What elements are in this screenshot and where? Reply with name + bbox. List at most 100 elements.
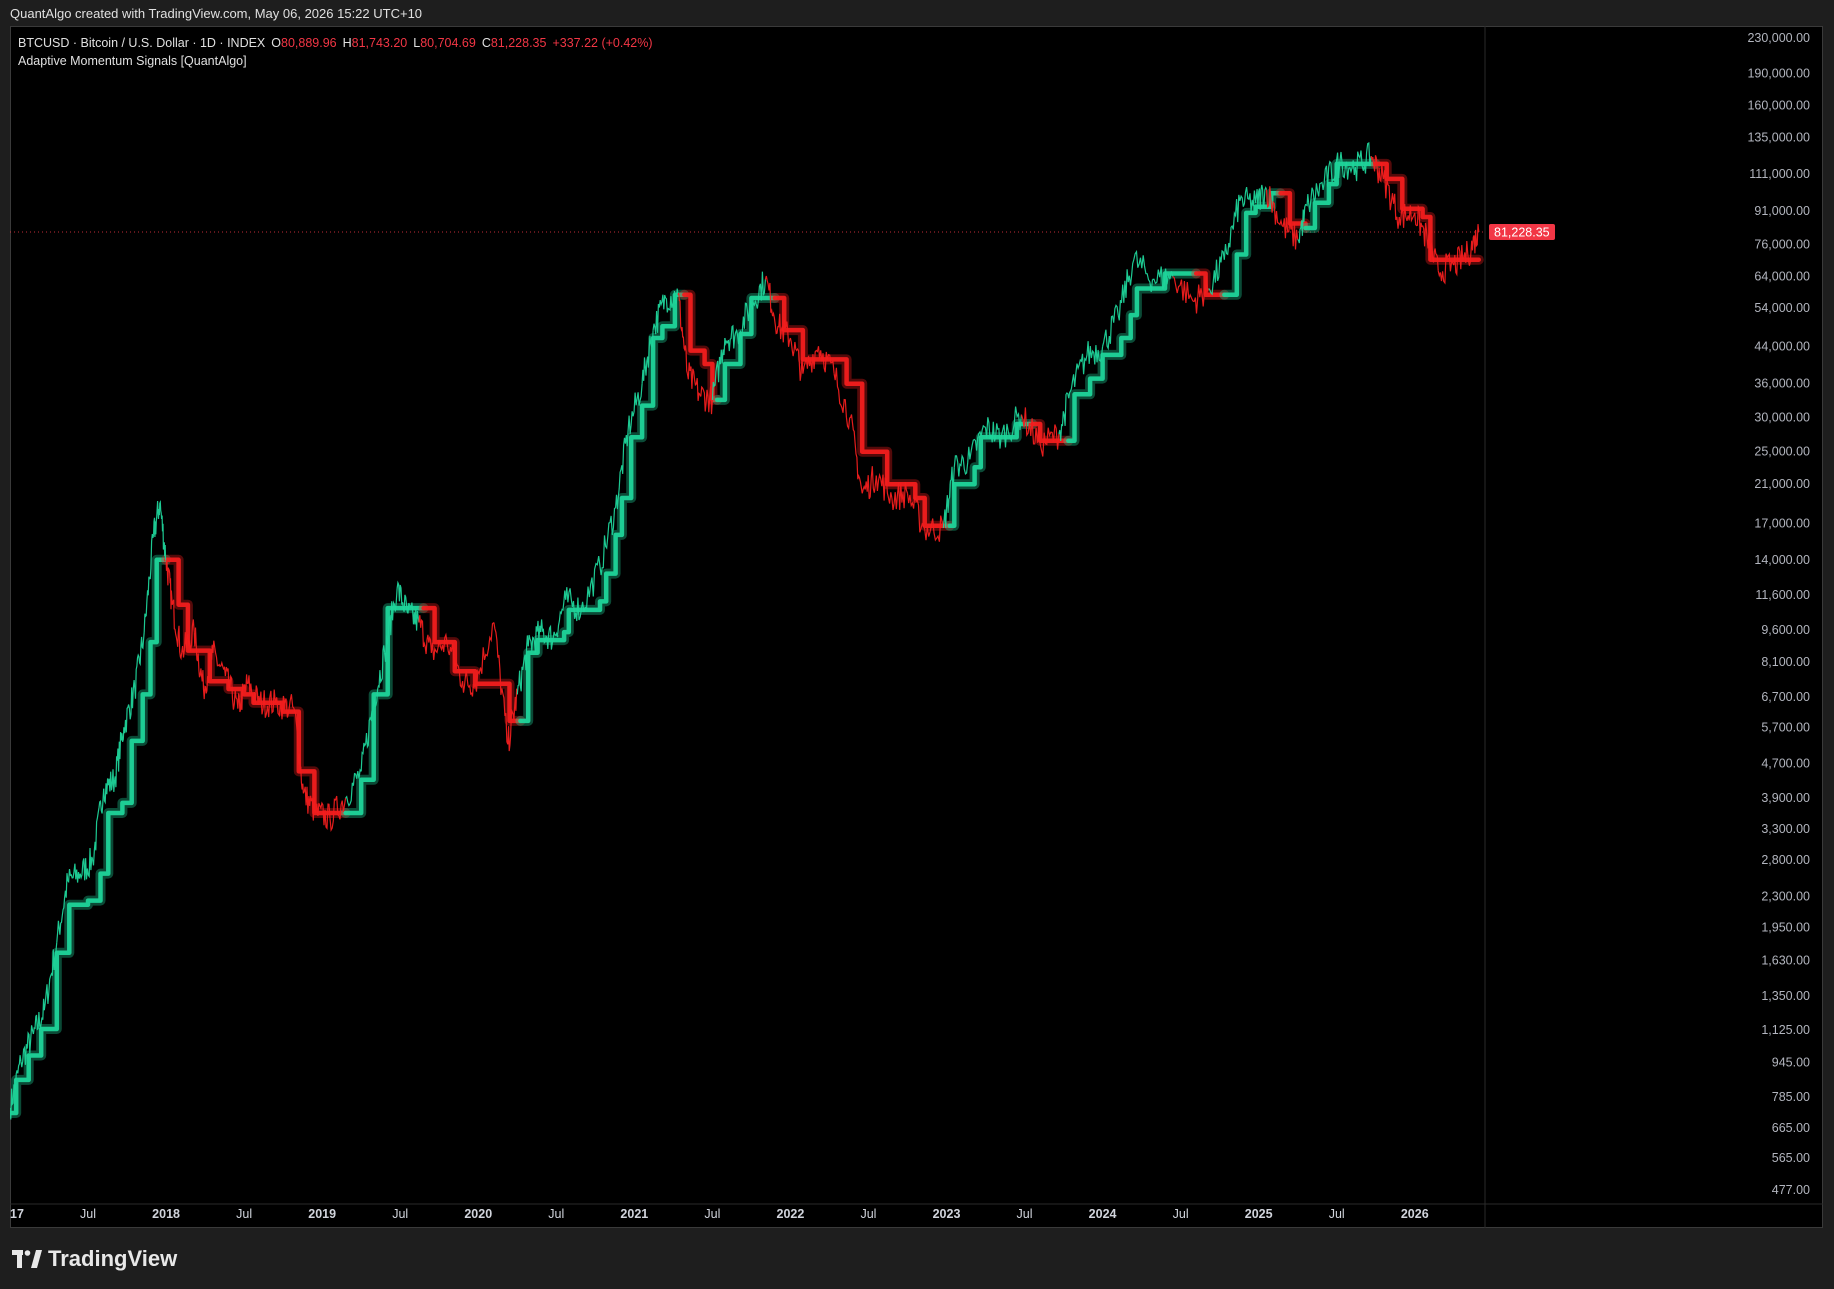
time-axis-tick-label: 2025 xyxy=(1245,1207,1273,1221)
time-axis-tick-label: 2021 xyxy=(620,1207,648,1221)
chart-credit: QuantAlgo created with TradingView.com, … xyxy=(10,6,423,21)
price-axis-tick-label: 54,000.00 xyxy=(1754,301,1810,315)
price-axis-tick-label: 64,000.00 xyxy=(1754,269,1810,283)
open-value: 80,889.96 xyxy=(281,36,337,50)
price-axis-tick-label: 945.00 xyxy=(1772,1055,1810,1069)
price-line-segment xyxy=(699,385,713,415)
symbol-row: BTCUSD · Bitcoin / U.S. Dollar · 1D · IN… xyxy=(18,34,659,52)
price-line-segment xyxy=(193,627,205,690)
time-axis[interactable]: 2017 Jul 2018 Jul 2019 Jul 2020 Jul 2021 Jul 2022 J… xyxy=(10,1203,1823,1221)
signal-band-glow xyxy=(515,289,690,726)
price-line-segment xyxy=(750,271,766,310)
time-axis-tick-label: 2019 xyxy=(308,1207,336,1221)
price-series-layer xyxy=(10,142,1480,1120)
price-line-segment xyxy=(764,275,779,335)
price-axis-tick-label: 135,000.00 xyxy=(1747,130,1810,144)
tradingview-logo[interactable]: TradingView xyxy=(12,1246,177,1272)
price-axis-tick-label: 190,000.00 xyxy=(1747,67,1810,81)
price-axis-tick-label: 3,900.00 xyxy=(1761,791,1810,805)
time-axis-tick-label: Jul xyxy=(1173,1207,1189,1221)
price-axis-tick-label: 30,000.00 xyxy=(1754,411,1810,425)
price-axis-tick-label: 25,000.00 xyxy=(1754,445,1810,459)
price-axis-tick-label: 3,300.00 xyxy=(1761,822,1810,836)
signal-band-layer xyxy=(10,158,1484,1118)
price-axis-tick-label: 1,125.00 xyxy=(1761,1023,1810,1037)
price-axis-tick-label: 565.00 xyxy=(1772,1151,1810,1165)
price-axis-tick-label: 2,800.00 xyxy=(1761,853,1810,867)
price-axis-tick-label: 5,700.00 xyxy=(1761,720,1810,734)
time-axis-tick-label: Jul xyxy=(392,1207,408,1221)
low-value: 80,704.69 xyxy=(420,36,476,50)
price-axis-tick-label: 1,350.00 xyxy=(1761,989,1810,1003)
close-value: 81,228.35 xyxy=(490,36,547,50)
price-line-segment xyxy=(315,801,331,830)
signal-band-glow xyxy=(418,603,526,726)
price-line-segment xyxy=(114,727,125,788)
price-axis-tick-label: 477.00 xyxy=(1772,1183,1810,1197)
price-line-segment xyxy=(1172,275,1194,304)
price-axis-tick-label: 6,700.00 xyxy=(1761,690,1810,704)
high-key: H xyxy=(342,36,352,50)
price-line-segment xyxy=(134,632,145,699)
price-axis-tick-label: 785.00 xyxy=(1772,1090,1810,1104)
time-axis-tick-label: 2023 xyxy=(933,1207,961,1221)
signal-band-glow xyxy=(1063,268,1202,446)
price-line-segment xyxy=(1070,353,1088,389)
price-line-segment xyxy=(1208,249,1225,296)
signal-band-bull xyxy=(714,295,778,403)
price-axis-tick-label: 2,300.00 xyxy=(1761,889,1810,903)
price-axis-tick-label: 4,700.00 xyxy=(1761,756,1810,770)
price-axis-tick-label: 1,950.00 xyxy=(1761,920,1810,934)
price-axis-tick-label: 44,000.00 xyxy=(1754,339,1810,353)
price-axis-tick-label: 36,000.00 xyxy=(1754,377,1810,391)
open-key: O xyxy=(271,36,281,50)
price-axis-tick-label: 1,630.00 xyxy=(1761,954,1810,968)
time-axis-tick-label: Jul xyxy=(548,1207,564,1221)
tradingview-logo-icon xyxy=(12,1250,42,1268)
price-axis-tick-label: 91,000.00 xyxy=(1754,204,1810,218)
price-axis-tick-label: 665.00 xyxy=(1772,1121,1810,1135)
price-axis-tick-label: 9,600.00 xyxy=(1761,623,1810,637)
time-axis-tick-label: Jul xyxy=(860,1207,876,1221)
time-axis-tick-label: Jul xyxy=(80,1207,96,1221)
high-value: 81,743.20 xyxy=(351,36,408,50)
current-price-label: 81,228.35 xyxy=(1494,225,1550,239)
price-line-segment xyxy=(686,362,701,401)
chart-legend: BTCUSD · Bitcoin / U.S. Dollar · 1D · IN… xyxy=(18,34,659,70)
time-axis-tick-label: 2017 xyxy=(10,1207,24,1221)
signal-band-glow xyxy=(340,603,429,818)
price-axis-tick-label: 76,000.00 xyxy=(1754,237,1810,251)
price-axis-tick-label: 8,100.00 xyxy=(1761,655,1810,669)
price-line-segment xyxy=(165,559,173,610)
time-axis-tick-label: 2022 xyxy=(777,1207,805,1221)
price-axis[interactable]: 230,000.00 190,000.00 160,000.00 135,000.00… xyxy=(1484,26,1810,1228)
signal-band-bull xyxy=(518,292,687,724)
price-line-segment xyxy=(861,466,877,500)
price-axis-tick-label: 111,000.00 xyxy=(1749,167,1810,181)
price-line-segment xyxy=(79,847,94,881)
price-chart[interactable]: 230,000.00 190,000.00 160,000.00 135,000.00… xyxy=(10,26,1823,1228)
brand-name: TradingView xyxy=(48,1246,178,1271)
time-axis-tick-label: 2026 xyxy=(1401,1207,1429,1221)
time-axis-tick-label: Jul xyxy=(704,1207,720,1221)
price-line-segment xyxy=(123,679,136,734)
time-axis-tick-label: 2020 xyxy=(464,1207,492,1221)
price-line-segment xyxy=(67,863,81,884)
close-key: C xyxy=(481,36,491,50)
price-axis-tick-label: 21,000.00 xyxy=(1754,477,1810,491)
time-axis-tick-label: 2024 xyxy=(1089,1207,1117,1221)
current-price-tag: 81,228.35 xyxy=(1489,223,1555,240)
price-line-segment xyxy=(103,769,116,805)
time-axis-tick-label: Jul xyxy=(1017,1207,1033,1221)
indicator-name[interactable]: Adaptive Momentum Signals [QuantAlgo] xyxy=(18,52,659,70)
price-axis-tick-label: 17,000.00 xyxy=(1754,517,1810,531)
price-line-segment xyxy=(159,500,167,563)
price-line-segment xyxy=(953,446,971,477)
price-change: +337.22 (+0.42%) xyxy=(552,36,653,50)
symbol-info[interactable]: BTCUSD · Bitcoin / U.S. Dollar · 1D · IN… xyxy=(18,36,265,50)
time-axis-tick-label: Jul xyxy=(236,1207,252,1221)
price-axis-tick-label: 11,600.00 xyxy=(1755,588,1810,602)
price-line-segment xyxy=(92,788,105,866)
price-axis-tick-label: 160,000.00 xyxy=(1747,99,1810,113)
time-axis-tick-label: 2018 xyxy=(152,1207,180,1221)
